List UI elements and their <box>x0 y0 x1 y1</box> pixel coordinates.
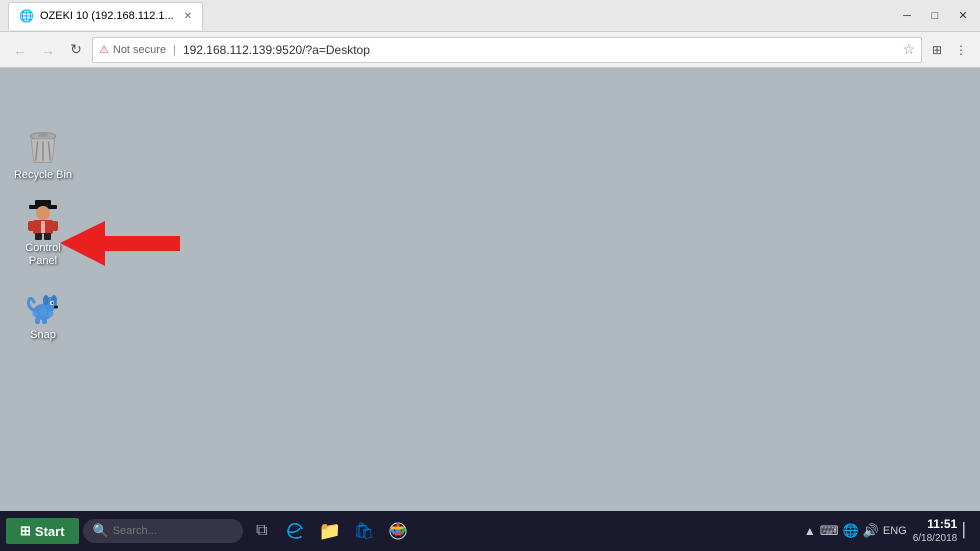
taskbar-search-input[interactable] <box>113 525 233 537</box>
tab-title: OZEKI 10 (192.168.112.1... <box>40 10 174 22</box>
separator: | <box>173 44 176 56</box>
volume-tray-icon[interactable]: 🔊 <box>863 523 879 539</box>
store-taskbar-icon[interactable]: 🛍 <box>349 516 379 546</box>
close-button[interactable]: ✕ <box>950 6 976 26</box>
extensions-button[interactable]: ⊞ <box>926 39 948 61</box>
clock-date: 6/18/2018 <box>913 532 958 546</box>
edge-taskbar-icon[interactable] <box>281 516 311 546</box>
nav-extras: ⊞ ⋮ <box>926 39 972 61</box>
browser-window: 🌐 OZEKI 10 (192.168.112.1... ✕ ─ □ ✕ ← →… <box>0 0 980 551</box>
taskbar: ⊞ Start 🔍 ⧉ 📁 🛍 <box>0 511 980 551</box>
taskbar-right: ▲ ⌨ 🌐 🔊 ENG 11:51 6/18/2018 ▏ <box>804 516 974 547</box>
system-tray: ▲ ⌨ 🌐 🔊 ENG <box>804 523 907 539</box>
snap-icon[interactable]: Snap <box>8 283 78 346</box>
refresh-button[interactable]: ↻ <box>64 38 88 62</box>
taskbar-search-box[interactable]: 🔍 <box>83 519 243 543</box>
red-arrow <box>60 216 170 266</box>
menu-button[interactable]: ⋮ <box>950 39 972 61</box>
snap-label: Snap <box>30 329 56 342</box>
start-icon: ⊞ <box>20 523 31 539</box>
start-label: Start <box>35 524 65 539</box>
title-bar-left: 🌐 OZEKI 10 (192.168.112.1... ✕ <box>8 2 203 30</box>
clock: 11:51 6/18/2018 <box>913 516 958 547</box>
keyboard-tray-icon[interactable]: ⌨ <box>820 523 839 539</box>
file-explorer-taskbar-icon[interactable]: 📁 <box>315 516 345 546</box>
recycle-bin-image <box>23 127 63 167</box>
lang-indicator[interactable]: ENG <box>883 525 907 537</box>
address-input[interactable] <box>183 43 899 57</box>
title-bar: 🌐 OZEKI 10 (192.168.112.1... ✕ ─ □ ✕ <box>0 0 980 32</box>
address-bar-container: ⚠ Not secure | ☆ <box>92 37 922 63</box>
forward-button[interactable]: → <box>36 38 60 62</box>
not-secure-label: Not secure <box>113 44 166 56</box>
tab-close-button[interactable]: ✕ <box>184 11 192 22</box>
taskbar-search-icon: 🔍 <box>93 523 109 539</box>
taskbar-left: ⊞ Start 🔍 ⧉ 📁 🛍 <box>6 516 413 546</box>
clock-time: 11:51 <box>913 516 958 533</box>
start-button[interactable]: ⊞ Start <box>6 518 79 544</box>
chrome-taskbar-icon[interactable] <box>383 516 413 546</box>
navigation-bar: ← → ↻ ⚠ Not secure | ☆ ⊞ ⋮ <box>0 32 980 68</box>
show-desktop-button[interactable]: ▏ <box>963 522 974 539</box>
back-button[interactable]: ← <box>8 38 32 62</box>
tab-favicon: 🌐 <box>19 9 34 23</box>
minimize-button[interactable]: ─ <box>894 6 920 26</box>
window-controls: ─ □ ✕ <box>894 6 976 26</box>
control-panel-image <box>23 200 63 240</box>
desktop: Recycle Bin <box>0 68 980 511</box>
network-tray-icon[interactable]: 🌐 <box>843 523 859 539</box>
bookmark-button[interactable]: ☆ <box>902 41 915 58</box>
tray-up-arrow[interactable]: ▲ <box>804 524 816 538</box>
not-secure-icon: ⚠ <box>99 43 109 56</box>
maximize-button[interactable]: □ <box>922 6 948 26</box>
recycle-bin-label: Recycle Bin <box>14 169 72 182</box>
recycle-bin-icon[interactable]: Recycle Bin <box>8 123 78 186</box>
snap-image <box>23 287 63 327</box>
browser-tab[interactable]: 🌐 OZEKI 10 (192.168.112.1... ✕ <box>8 2 203 30</box>
task-view-button[interactable]: ⧉ <box>247 516 277 546</box>
